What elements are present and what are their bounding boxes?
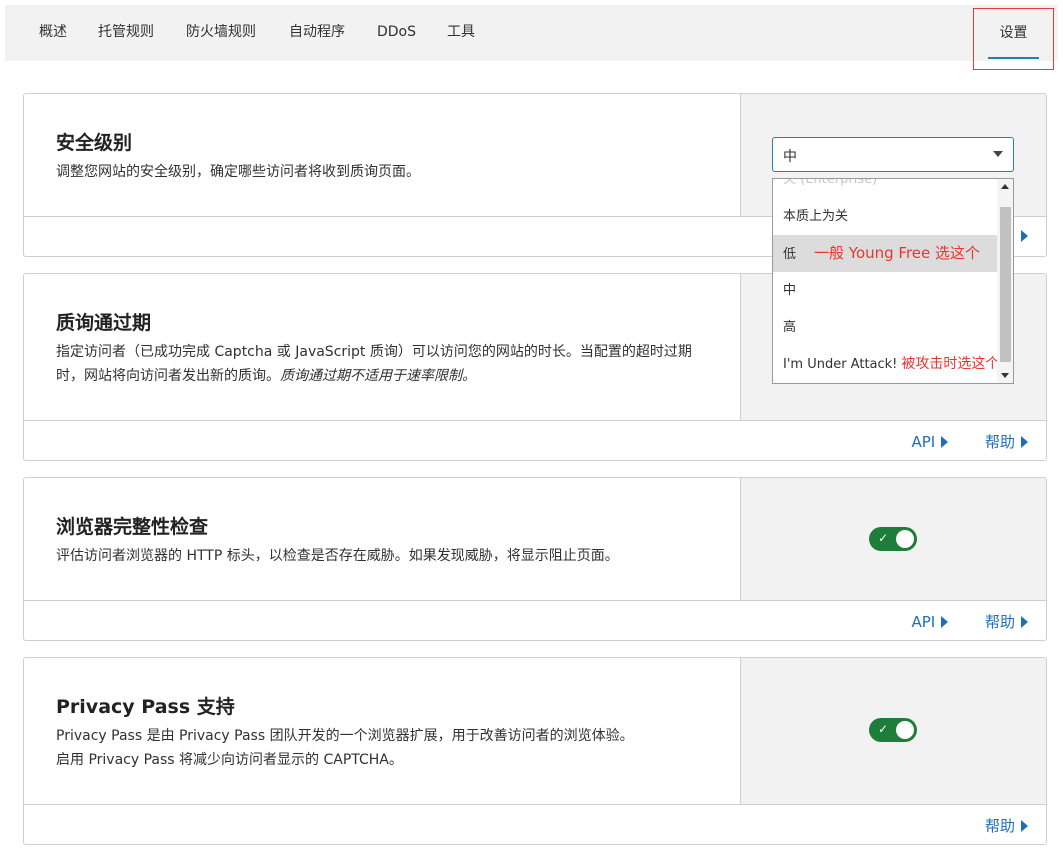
active-tab-underline (988, 57, 1039, 59)
check-icon: ✓ (878, 531, 889, 545)
browser-check-title: 浏览器完整性检查 (56, 516, 209, 538)
option-label: 高 (783, 320, 797, 335)
toggle-knob (896, 721, 914, 739)
security-level-footer (1015, 227, 1028, 245)
help-link[interactable]: 帮助 (985, 815, 1028, 836)
browser-check-description: 评估访问者浏览器的 HTTP 标头，以检查是否存在威胁。如果发现威胁，将显示阻止… (56, 548, 619, 564)
chevron-right-icon (1021, 436, 1028, 448)
option-high[interactable]: 高 (773, 309, 997, 346)
option-label: 中 (783, 283, 797, 298)
browser-check-control-panel: ✓ (740, 478, 1046, 600)
challenge-passage-description: 指定访问者（已成功完成 Captcha 或 JavaScript 质询）可以访问… (56, 340, 716, 388)
tab-ddos[interactable]: DDoS (377, 5, 416, 61)
chevron-right-icon (1021, 616, 1028, 628)
security-level-title: 安全级别 (56, 132, 133, 154)
dropdown-scrollbar[interactable] (997, 179, 1013, 383)
privacy-pass-card: Privacy Pass 支持 Privacy Pass 是由 Privacy … (23, 657, 1047, 845)
tab-firewall-rules[interactable]: 防火墙规则 (186, 5, 256, 61)
option-medium[interactable]: 中 (773, 272, 997, 309)
privacy-pass-toggle[interactable]: ✓ (869, 718, 917, 742)
tab-managed-rules[interactable]: 托管规则 (98, 5, 154, 61)
challenge-passage-title: 质询通过期 (56, 312, 152, 334)
security-level-selected-value: 中 (783, 149, 797, 165)
option-label: 关 (Enterprise) (783, 178, 878, 187)
security-level-select[interactable]: 中 (772, 137, 1014, 172)
privacy-pass-description-line1: Privacy Pass 是由 Privacy Pass 团队开发的一个浏览器扩… (56, 728, 634, 744)
privacy-pass-title: Privacy Pass 支持 (56, 696, 235, 718)
privacy-pass-body: Privacy Pass 支持 Privacy Pass 是由 Privacy … (24, 658, 1046, 805)
browser-check-toggle[interactable]: ✓ (869, 527, 917, 551)
option-label: 低 (783, 247, 797, 262)
security-level-dropdown[interactable]: 关 (Enterprise) 本质上为关 低一般 Young Free 选这个 … (772, 178, 1014, 384)
tab-tools[interactable]: 工具 (447, 5, 475, 61)
privacy-pass-description-line2: 启用 Privacy Pass 将减少向访问者显示的 CAPTCHA。 (56, 752, 403, 768)
scroll-thumb[interactable] (1000, 207, 1011, 362)
scroll-down-arrow-icon[interactable] (1001, 373, 1009, 378)
chevron-right-icon (1021, 820, 1028, 832)
api-link-label: API (911, 613, 936, 631)
help-link[interactable]: 帮助 (985, 431, 1028, 452)
tab-bots[interactable]: 自动程序 (289, 5, 345, 61)
check-icon: ✓ (878, 722, 889, 736)
tab-settings[interactable]: 设置 (973, 8, 1054, 70)
chevron-right-icon (941, 616, 949, 628)
option-under-attack[interactable]: I'm Under Attack! 被攻击时选这个 (773, 346, 1000, 383)
privacy-pass-control-panel: ✓ (740, 658, 1046, 804)
browser-check-footer: API 帮助 (879, 611, 1028, 632)
help-link-label: 帮助 (984, 433, 1015, 451)
browser-check-card: 浏览器完整性检查 评估访问者浏览器的 HTTP 标头，以检查是否存在威胁。如果发… (23, 477, 1047, 641)
challenge-passage-note: 质询通过期不适用于速率限制。 (280, 368, 476, 384)
option-label: I'm Under Attack! (783, 357, 898, 372)
caret-down-icon (993, 151, 1003, 157)
privacy-pass-description: Privacy Pass 是由 Privacy Pass 团队开发的一个浏览器扩… (56, 724, 716, 772)
option-low[interactable]: 低 一般 Young Free 选这个 (773, 235, 997, 272)
chevron-right-icon[interactable] (1021, 230, 1028, 242)
annotation-note: 一般 Young Free 选这个 (814, 244, 981, 262)
browser-check-body: 浏览器完整性检查 评估访问者浏览器的 HTTP 标头，以检查是否存在威胁。如果发… (24, 478, 1046, 601)
help-link-label: 帮助 (984, 817, 1015, 835)
api-link-label: API (911, 433, 936, 451)
privacy-pass-footer: 帮助 (953, 815, 1028, 836)
tab-overview[interactable]: 概述 (39, 5, 67, 61)
annotation-note: 被攻击时选这个 (901, 356, 1000, 372)
challenge-passage-footer: API 帮助 (879, 431, 1028, 452)
toggle-knob (896, 530, 914, 548)
help-link[interactable]: 帮助 (985, 611, 1028, 632)
option-essentially-off[interactable]: 本质上为关 (773, 198, 997, 235)
chevron-right-icon (941, 436, 949, 448)
help-link-label: 帮助 (984, 613, 1015, 631)
option-off-enterprise[interactable]: 关 (Enterprise) (773, 178, 997, 198)
scroll-up-arrow-icon[interactable] (1001, 184, 1009, 189)
option-label: 本质上为关 (783, 209, 849, 224)
security-level-description: 调整您网站的安全级别，确定哪些访问者将收到质询页面。 (56, 164, 420, 180)
top-nav: 概述 托管规则 防火墙规则 自动程序 DDoS 工具 设置 (5, 5, 1058, 70)
api-link[interactable]: API (911, 613, 949, 631)
tab-settings-label: 设置 (999, 25, 1028, 41)
api-link[interactable]: API (911, 433, 949, 451)
